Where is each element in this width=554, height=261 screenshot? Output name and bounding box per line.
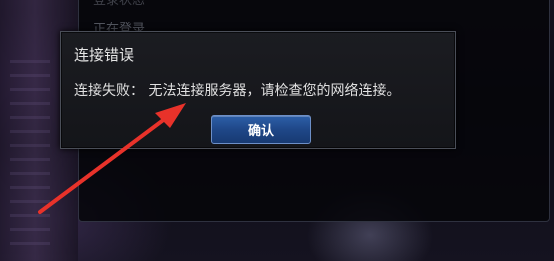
dialog-message: 连接失败： 无法连接服务器，请检查您的网络连接。 <box>74 83 401 99</box>
connection-error-dialog: 连接错误 连接失败： 无法连接服务器，请检查您的网络连接。 确认 <box>60 31 456 149</box>
dialog-title: 连接错误 <box>74 46 135 64</box>
login-status-label: 登录状态 <box>93 0 146 8</box>
confirm-button[interactable]: 确认 <box>211 115 311 144</box>
